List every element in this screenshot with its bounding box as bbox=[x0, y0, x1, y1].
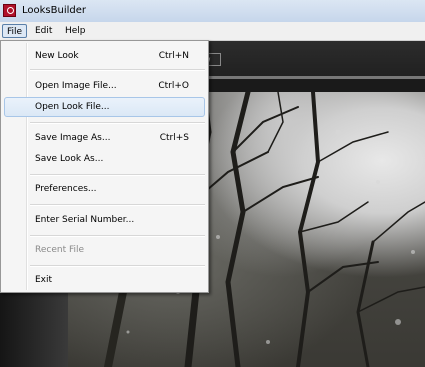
menu-item-label: Open Image File... bbox=[35, 81, 117, 91]
menu-item-label: Open Look File... bbox=[35, 102, 110, 112]
menu-item-shortcut: Ctrl+S bbox=[159, 133, 189, 143]
menu-separator bbox=[30, 174, 205, 176]
menu-item-enter-serial-number[interactable]: Enter Serial Number... bbox=[4, 210, 205, 230]
menu-item-label: Exit bbox=[35, 275, 53, 285]
menu-item-recent-file: Recent File bbox=[4, 240, 205, 260]
menu-item-label: Save Look As... bbox=[35, 154, 104, 164]
menu-item-label: Enter Serial Number... bbox=[35, 215, 135, 225]
file-menu-dropdown: New Look Ctrl+N Open Image File... Ctrl+… bbox=[0, 40, 209, 293]
menu-item-save-image-as[interactable]: Save Image As... Ctrl+S bbox=[4, 128, 205, 148]
menu-separator bbox=[30, 204, 205, 206]
menu-separator bbox=[30, 122, 205, 124]
menu-separator bbox=[30, 235, 205, 237]
menu-item-open-image-file[interactable]: Open Image File... Ctrl+O bbox=[4, 76, 205, 96]
menu-help[interactable]: Help bbox=[61, 24, 90, 38]
menu-edit[interactable]: Edit bbox=[31, 24, 56, 38]
menu-item-open-look-file[interactable]: Open Look File... bbox=[4, 97, 205, 117]
menu-separator bbox=[30, 265, 205, 267]
menu-item-preferences[interactable]: Preferences... bbox=[4, 179, 205, 199]
toolbar-divider bbox=[205, 76, 425, 79]
menu-item-save-look-as[interactable]: Save Look As... bbox=[4, 149, 205, 169]
title-bar: LooksBuilder bbox=[0, 0, 425, 23]
menu-item-exit[interactable]: Exit bbox=[4, 270, 205, 290]
menu-bar: File Edit Help bbox=[0, 22, 425, 41]
menu-item-new-look[interactable]: New Look Ctrl+N bbox=[4, 46, 205, 66]
menu-item-shortcut: Ctrl+O bbox=[158, 81, 189, 91]
window-title: LooksBuilder bbox=[22, 5, 86, 16]
app-logo-icon bbox=[3, 4, 16, 17]
menu-item-shortcut: Ctrl+N bbox=[158, 51, 189, 61]
menu-file[interactable]: File bbox=[2, 24, 28, 38]
menu-item-label: New Look bbox=[35, 51, 79, 61]
menu-separator bbox=[30, 69, 205, 71]
menu-item-label: Recent File bbox=[35, 245, 85, 255]
menu-item-label: Save Image As... bbox=[35, 133, 111, 143]
menu-item-label: Preferences... bbox=[35, 184, 97, 194]
